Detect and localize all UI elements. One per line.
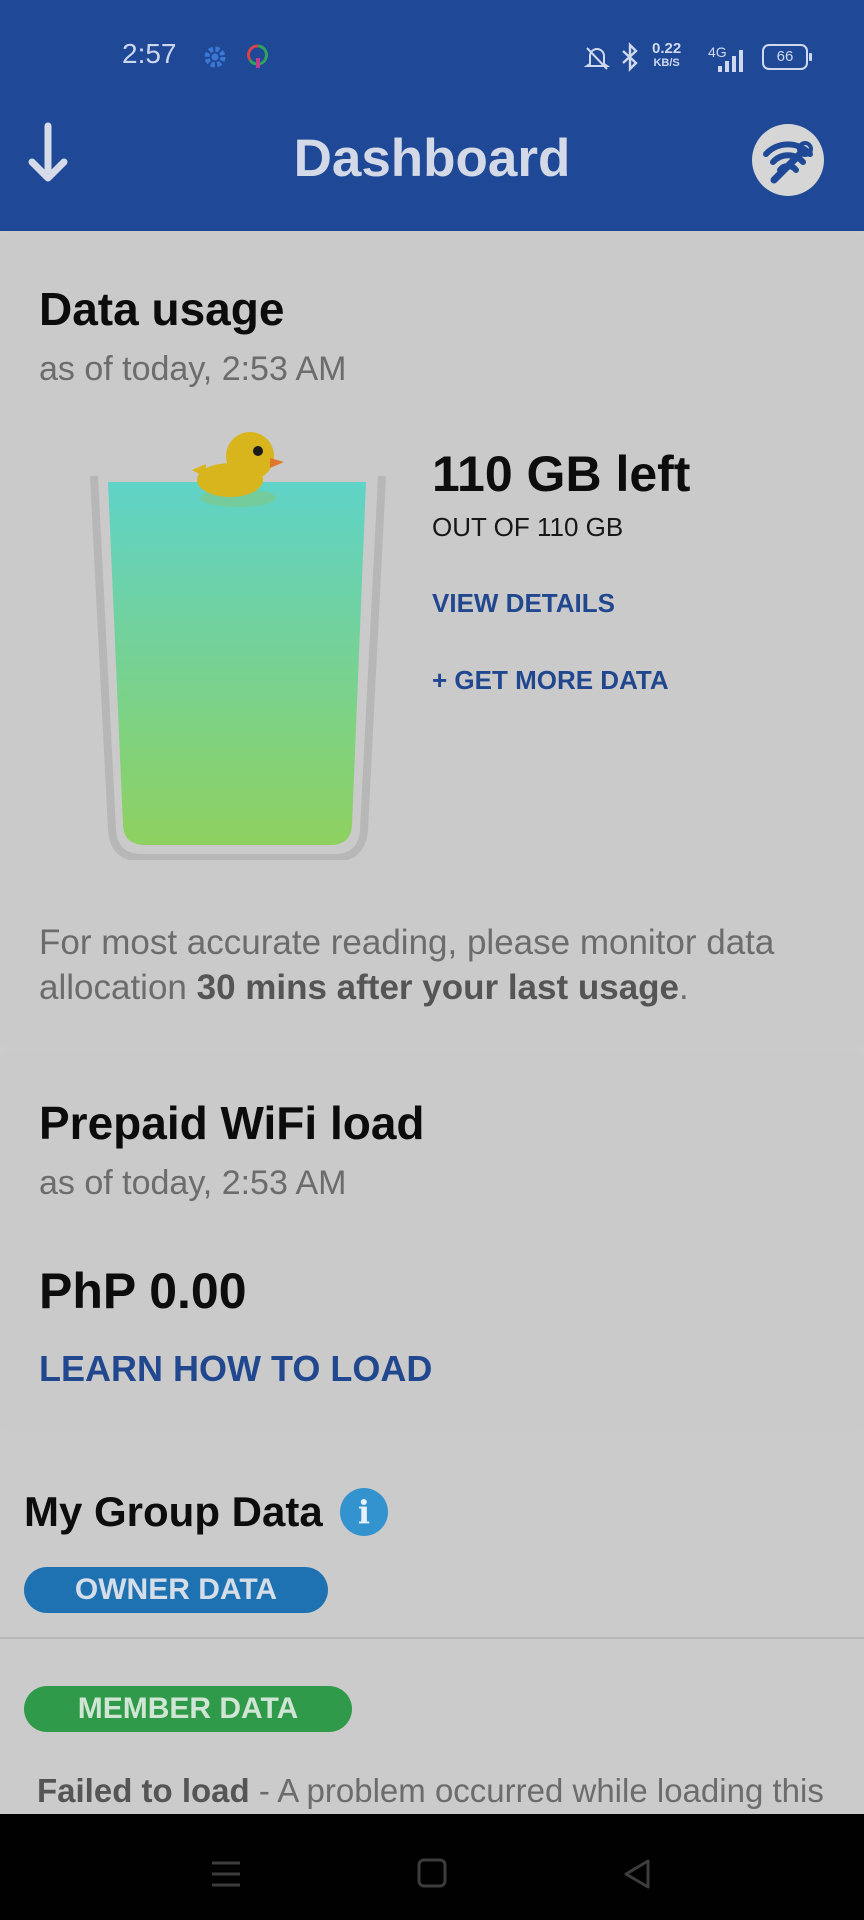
system-nav-bar (0, 1814, 864, 1920)
data-glass-graphic (90, 432, 386, 860)
member-data-pill[interactable]: MEMBER DATA (24, 1686, 352, 1732)
status-bar: 2:57 0.22 KB/S 4G 66 (0, 0, 864, 110)
get-more-data-link[interactable]: + GET MORE DATA (432, 665, 669, 696)
load-error-message: Failed to load - A problem occurred whil… (37, 1772, 824, 1809)
prepaid-balance: PhP 0.00 (39, 1263, 247, 1319)
app-notification-icon (246, 44, 268, 68)
rubber-duck-icon (192, 432, 284, 507)
data-usage-title: Data usage (39, 283, 285, 335)
view-details-link[interactable]: VIEW DETAILS (432, 588, 615, 619)
home-nav-icon[interactable] (417, 1858, 447, 1888)
battery-icon: 66 (762, 44, 812, 70)
wifi-tools-icon (763, 141, 813, 184)
bell-muted-icon (584, 47, 610, 70)
data-left-amount: 110 GB left (432, 446, 691, 502)
info-icon[interactable]: i (340, 1488, 388, 1536)
back-nav-icon[interactable] (622, 1858, 652, 1890)
app-header: 2:57 0.22 KB/S 4G 66 Dashboard (0, 0, 864, 231)
data-total: OUT OF 110 GB (432, 512, 624, 542)
prepaid-title: Prepaid WiFi load (39, 1097, 425, 1149)
page-title: Dashboard (293, 129, 571, 188)
signal-icon (718, 50, 743, 72)
status-time: 2:57 (122, 38, 177, 69)
group-data-title: My Group Data (24, 1488, 323, 1535)
usage-note: For most accurate reading, please monito… (39, 923, 775, 1007)
divider (0, 1637, 864, 1639)
data-usage-timestamp: as of today, 2:53 AM (39, 350, 347, 388)
network-speed: 0.22 KB/S (652, 40, 682, 69)
learn-how-to-load-link[interactable]: LEARN HOW TO LOAD (39, 1348, 432, 1390)
menu-nav-icon[interactable] (210, 1860, 242, 1888)
prepaid-timestamp: as of today, 2:53 AM (39, 1164, 347, 1202)
settings-gear-icon (204, 46, 226, 68)
owner-data-pill[interactable]: OWNER DATA (24, 1567, 328, 1613)
bluetooth-icon (622, 42, 638, 72)
wifi-tools-button[interactable] (752, 124, 824, 196)
